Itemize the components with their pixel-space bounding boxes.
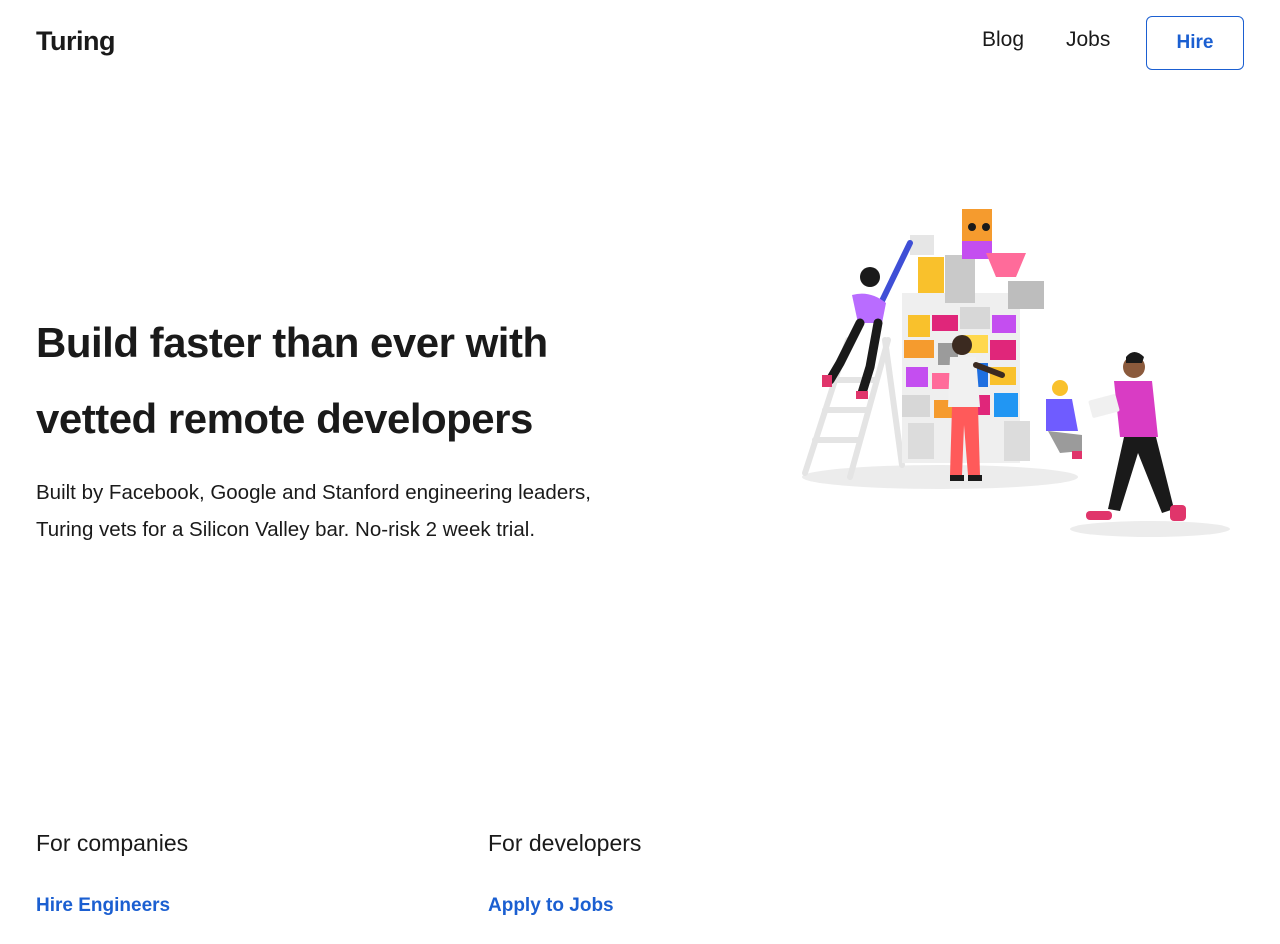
hero-subtitle-line-2: Turing vets for a Silicon Valley bar. No… — [36, 518, 536, 541]
walker-shadow — [1070, 521, 1230, 537]
nav-blog-link[interactable]: Blog — [982, 28, 1024, 52]
ladder — [802, 337, 905, 480]
ground-shadow — [802, 465, 1078, 489]
hero-subtitle-line-1: Built by Facebook, Google and Stanford e… — [36, 481, 592, 504]
hire-button[interactable]: Hire — [1146, 16, 1244, 70]
site-logo[interactable]: Turing — [36, 26, 115, 57]
hero-title-line-1: Build faster than ever with — [36, 319, 548, 366]
climbing-person — [822, 240, 913, 399]
hero-title-line-2: vetted remote developers — [36, 395, 533, 442]
hero-subtitle: Built by Facebook, Google and Stanford e… — [36, 474, 716, 548]
nav-jobs-link[interactable]: Jobs — [1066, 28, 1110, 52]
walking-person — [1086, 352, 1186, 521]
apply-to-jobs-link[interactable]: Apply to Jobs — [488, 895, 614, 917]
hero-title: Build faster than ever with vetted remot… — [36, 305, 676, 457]
kneeling-person — [1046, 380, 1082, 459]
hero-illustration — [802, 209, 1230, 537]
for-companies-heading: For companies — [36, 830, 189, 856]
for-developers-heading: For developers — [488, 830, 642, 856]
hire-engineers-link[interactable]: Hire Engineers — [36, 895, 170, 917]
